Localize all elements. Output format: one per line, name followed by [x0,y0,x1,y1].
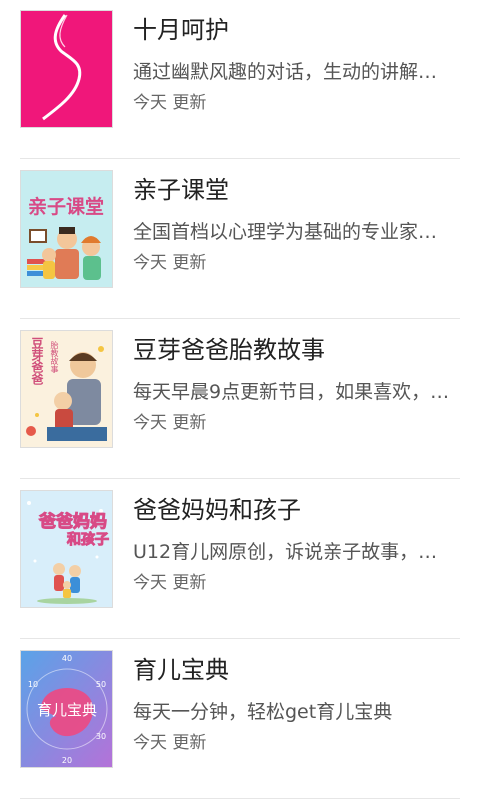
thumb-subtitle-text: 和孩子 [67,532,110,549]
thumb-title-text: 豆芽爸爸 [30,337,44,385]
pregnant-silhouette-icon [42,14,82,121]
thumb-subtitle-text: 胎教故事 [50,341,59,373]
item-updated: 今天 更新 [133,733,207,753]
family-classroom-illustration: 亲子课堂 [21,171,112,287]
item-description: 每天早晨9点更新节目，如果喜欢，… [133,381,450,403]
item-updated: 今天 更新 [133,253,207,273]
thumbnail[interactable]: 40 50 10 30 20 育儿宝典 [20,650,113,768]
thumbnail[interactable]: 豆芽爸爸 胎教故事 [20,330,113,448]
item-title: 十月呵护 [133,16,229,44]
divider [20,638,460,639]
thumbnail[interactable]: 亲子课堂 [20,170,113,288]
item-description: U12育儿网原创，诉说亲子故事，… [133,541,438,563]
podcast-list: 十月呵护 通过幽默风趣的对话，生动的讲解… 今天 更新 亲子课堂 亲子课堂 全国… [0,0,480,800]
divider [20,478,460,479]
divider [20,158,460,159]
item-description: 全国首档以心理学为基础的专业家… [133,221,438,243]
thumb-title-text: 育儿宝典 [37,701,97,719]
list-item[interactable]: 豆芽爸爸 胎教故事 豆芽爸爸胎教故事 每天早晨9点更新节目，如果喜欢，… 今天 … [0,320,480,479]
clock-number: 40 [62,654,72,663]
clock-number: 30 [96,732,106,741]
thumbnail[interactable] [20,10,113,128]
item-description: 通过幽默风趣的对话，生动的讲解… [133,61,438,83]
list-item[interactable]: 十月呵护 通过幽默风趣的对话，生动的讲解… 今天 更新 [0,0,480,159]
item-updated: 今天 更新 [133,573,207,593]
item-updated: 今天 更新 [133,93,207,113]
clock-number: 10 [28,680,38,689]
item-updated: 今天 更新 [133,413,207,433]
item-title: 豆芽爸爸胎教故事 [133,336,325,364]
clock-number: 50 [96,680,106,689]
divider [20,318,460,319]
item-title: 亲子课堂 [133,176,229,204]
divider [20,798,460,799]
baby-clock-icon: 40 50 10 30 20 育儿宝典 [21,651,112,767]
clock-number: 20 [62,756,72,765]
item-description: 每天一分钟，轻松get育儿宝典 [133,701,393,723]
list-item[interactable]: 40 50 10 30 20 育儿宝典 育儿宝典 每天一分钟，轻松get育儿宝典… [0,640,480,799]
item-title: 育儿宝典 [133,656,229,684]
list-item[interactable]: 亲子课堂 亲子课堂 全国首档以心理学为基础的专业家… 今天 更新 [0,160,480,319]
list-item[interactable]: 爸爸妈妈 和孩子 爸爸妈妈和孩子 U12育儿网原创，诉说亲子故事，… 今天 更新 [0,480,480,639]
item-title: 爸爸妈妈和孩子 [133,496,301,524]
thumbnail[interactable]: 爸爸妈妈 和孩子 [20,490,113,608]
thumb-title-text: 亲子课堂 [28,195,104,218]
